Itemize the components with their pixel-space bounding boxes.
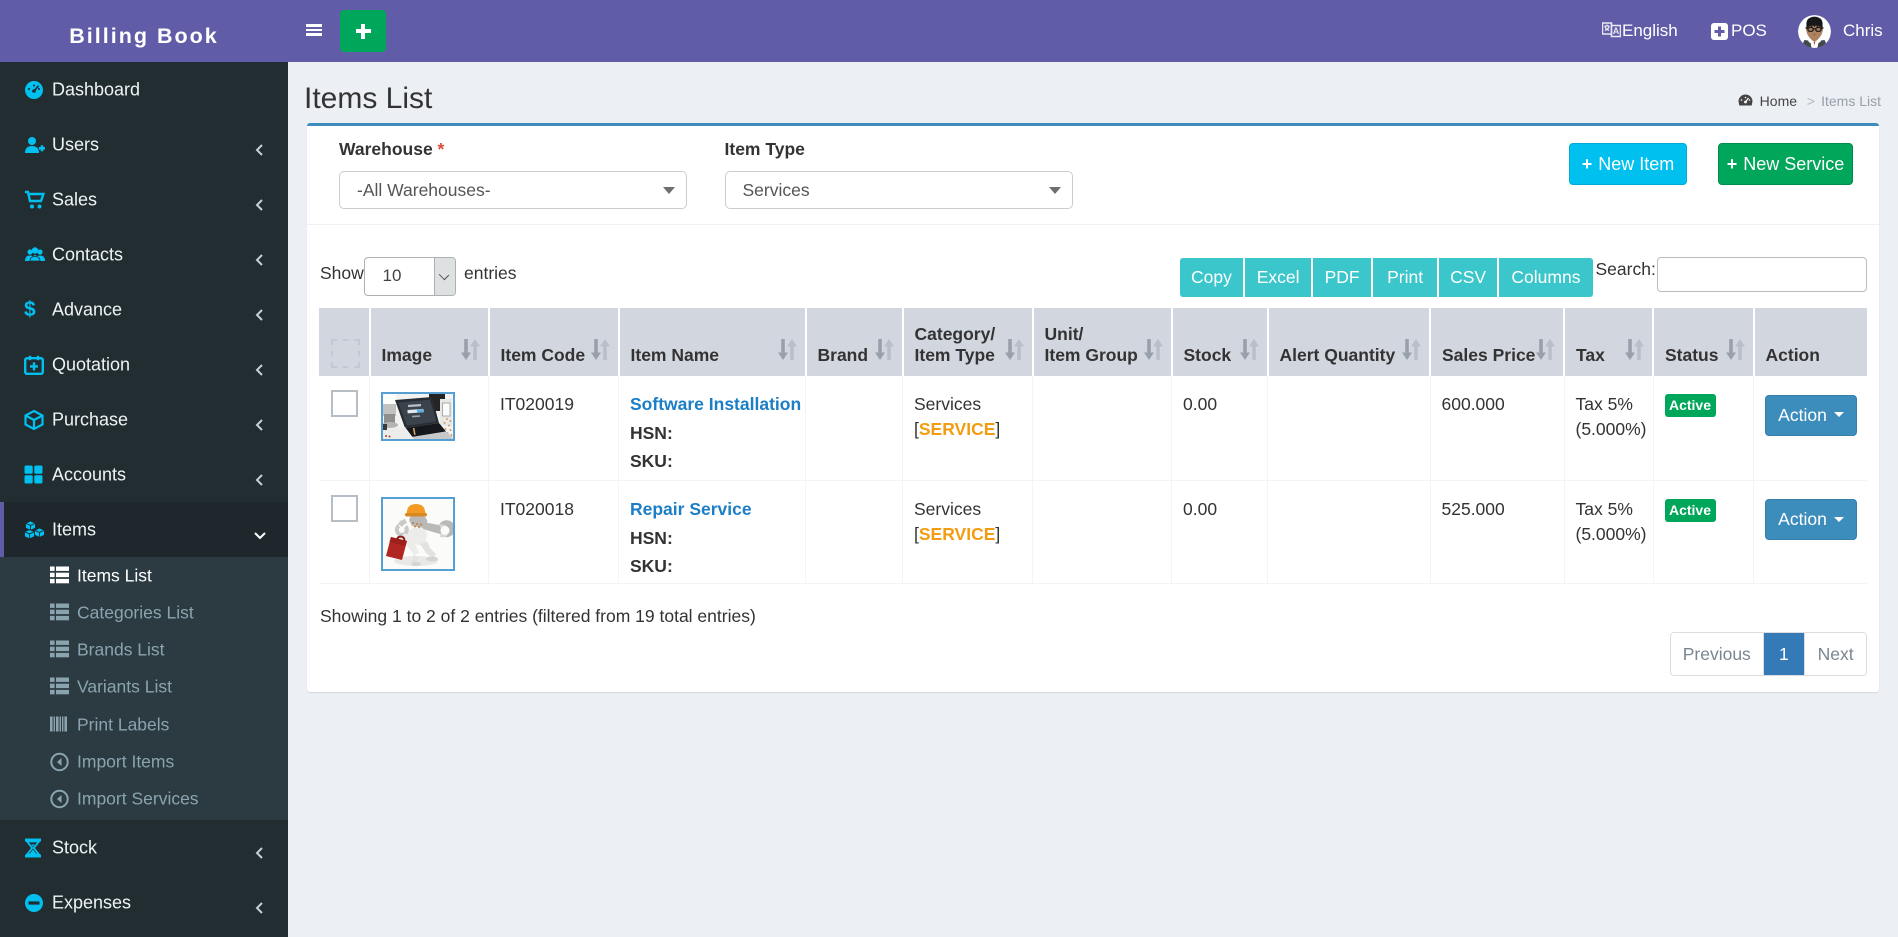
svg-text:A: A [1613, 26, 1620, 36]
